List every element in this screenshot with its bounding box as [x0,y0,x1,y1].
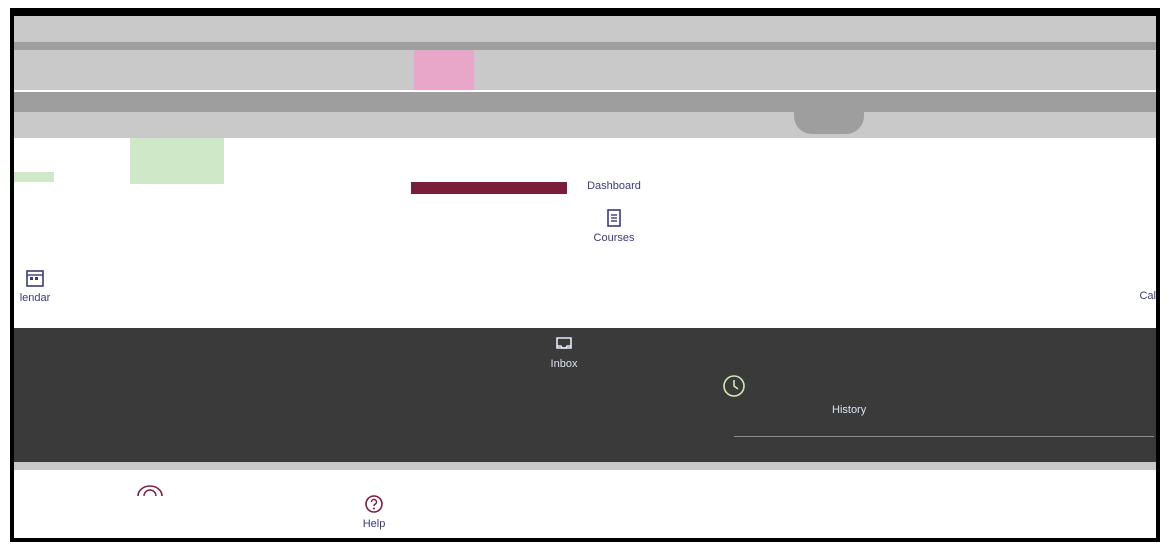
nav-calendar[interactable]: lendar [14,268,56,304]
avatar-glitch [794,92,864,134]
inbox-label: Inbox [550,358,578,370]
green-tile [130,138,224,184]
calendar-right-label: Cal [1139,290,1156,302]
help-glitch-icon-svg [137,485,163,497]
nav-inbox[interactable]: Inbox [534,334,594,370]
header-glitch [14,16,1156,90]
nav-help[interactable]: Help [344,494,404,530]
maroon-bar [411,182,567,194]
help-glitch-icon [136,482,164,498]
header-pink-block [414,50,474,90]
calendar-label: lendar [19,292,51,304]
calendar-icon [26,270,44,287]
subheader-glitch [14,92,1156,112]
header-scanline [14,42,1156,50]
bottom-scanline [14,462,1156,470]
dashboard-label: Dashboard [587,180,641,192]
dark-panel-underline [734,436,1154,437]
help-label: Help [362,518,386,530]
nav-courses[interactable]: Courses [574,208,654,244]
screen: Dashboard Courses lendar Cal Inbox Histo… [14,16,1156,538]
history-label: History [832,404,867,416]
nav-calendar-right[interactable]: Cal [1124,290,1156,302]
inbox-icon [556,337,572,349]
courses-label: Courses [593,232,635,244]
book-icon [607,209,621,227]
history-icon-wrap[interactable] [714,374,754,403]
green-strip-left [14,172,54,182]
subheader-glitch-2 [14,112,1156,138]
nav-dashboard[interactable]: Dashboard [574,180,654,192]
help-icon [365,495,383,513]
clock-icon [723,375,745,397]
